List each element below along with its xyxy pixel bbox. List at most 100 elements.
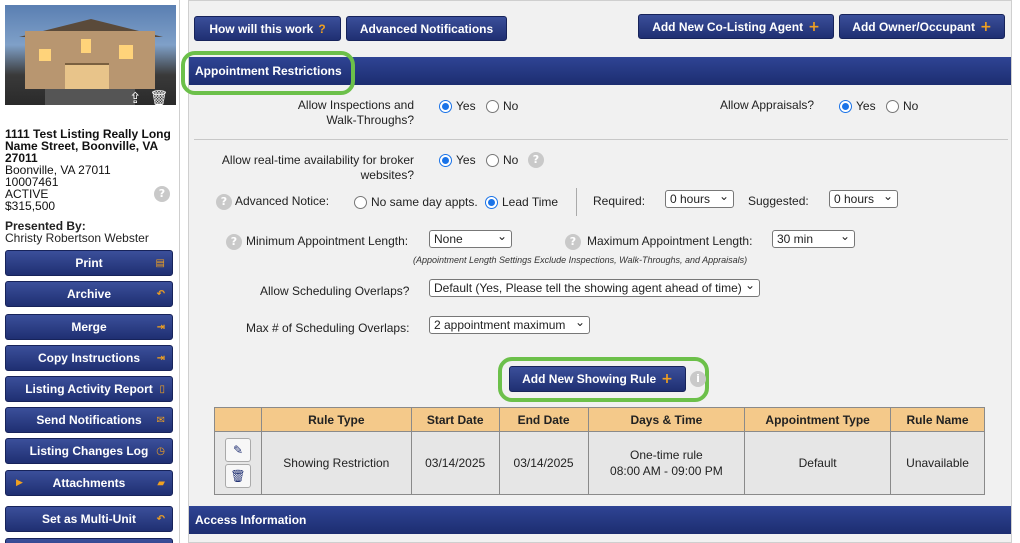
help-icon[interactable]: ? <box>226 234 242 250</box>
presented-by: Presented By: Christy Robertson Webster <box>5 220 149 244</box>
rule-name-cell: Unavailable <box>890 431 985 495</box>
inspections-label: Allow Inspections and Walk-Throughs? <box>290 98 414 128</box>
access-information-title: Access Information <box>195 513 307 527</box>
no-label: No <box>903 99 919 113</box>
set-multi-unit-button[interactable]: Set as Multi-Unit ↶ <box>5 506 173 532</box>
question-icon: ? <box>318 21 326 36</box>
print-button-label: Print <box>75 256 103 270</box>
scheduling-overlaps-label: Allow Scheduling Overlaps? <box>260 284 410 298</box>
radio-selected[interactable] <box>485 195 498 209</box>
print-button[interactable]: Print ▤ <box>5 250 173 276</box>
max-appointment-length-label: Maximum Appointment Length: <box>587 234 753 248</box>
send-notifications-label: Send Notifications <box>36 413 142 427</box>
appraisals-yes-radio[interactable]: Yes <box>839 99 876 113</box>
pencil-icon: ✎ <box>232 443 243 457</box>
table-header-rule-type: Rule Type <box>260 407 412 432</box>
merge-button[interactable]: Merge ⇥ <box>5 314 173 340</box>
yes-label: Yes <box>856 99 876 113</box>
document-icon: ▯ <box>159 384 165 395</box>
required-lead-time-select[interactable]: 0 hours <box>665 190 734 208</box>
help-icon[interactable]: ? <box>216 194 232 210</box>
listing-activity-report-button[interactable]: Listing Activity Report ▯ <box>5 376 173 402</box>
radio-selected[interactable] <box>439 153 452 167</box>
copy-instructions-button[interactable]: Copy Instructions ⇥ <box>5 345 173 371</box>
add-owner-occupant-label: Add Owner/Occupant <box>852 19 975 34</box>
trash-icon: 🗑 <box>230 469 246 483</box>
arrow-in-icon: ⇥ <box>156 353 165 364</box>
how-will-this-work-button[interactable]: How will this work ? <box>194 16 341 41</box>
radio-unselected[interactable] <box>886 99 899 113</box>
showing-rules-table: Rule Type Start Date End Date Days & Tim… <box>214 407 985 495</box>
copy-instructions-label: Copy Instructions <box>37 351 140 365</box>
radio-unselected[interactable] <box>354 195 367 209</box>
lead-time-radio[interactable]: Lead Time <box>485 195 558 209</box>
max-appointment-length-select[interactable]: 30 min <box>772 230 855 248</box>
caret-right-icon: ▶ <box>16 478 23 488</box>
photo-driveway <box>45 89 135 105</box>
end-date-cell: 03/14/2025 <box>498 431 589 495</box>
realtime-no-radio[interactable]: No <box>486 153 518 167</box>
listing-photo[interactable]: ⇪ 🗑 <box>5 5 176 105</box>
help-icon[interactable]: ? <box>154 186 170 202</box>
appraisals-no-radio[interactable]: No <box>886 99 918 113</box>
add-owner-occupant-button[interactable]: Add Owner/Occupant + <box>839 14 1005 39</box>
clock-icon: ◷ <box>156 446 165 457</box>
photo-window <box>81 39 91 53</box>
radio-unselected[interactable] <box>486 99 499 113</box>
table-header-rule-name: Rule Name <box>890 407 985 432</box>
radio-unselected[interactable] <box>486 153 499 167</box>
listing-address-block: 1111 Test Listing Really Long Name Stree… <box>5 128 177 212</box>
add-co-listing-agent-button[interactable]: Add New Co-Listing Agent + <box>638 14 834 39</box>
trash-icon[interactable]: 🗑 <box>150 90 169 105</box>
help-icon[interactable]: ? <box>565 234 581 250</box>
table-header-row: Rule Type Start Date End Date Days & Tim… <box>214 407 985 432</box>
listing-activity-report-label: Listing Activity Report <box>25 382 153 396</box>
section-divider <box>194 139 1008 140</box>
help-icon[interactable]: ? <box>528 152 544 168</box>
radio-selected[interactable] <box>839 99 852 113</box>
table-header-days-time: Days & Time <box>587 407 746 432</box>
delete-rule-button[interactable]: 🗑 <box>224 464 251 488</box>
plus-icon: + <box>979 18 992 35</box>
merge-button-label: Merge <box>71 320 107 334</box>
yes-label: Yes <box>456 153 476 167</box>
no-same-day-radio[interactable]: No same day appts. <box>354 195 478 209</box>
suggested-lead-time-select[interactable]: 0 hours <box>829 190 898 208</box>
advanced-notifications-button[interactable]: Advanced Notifications <box>346 16 507 41</box>
archive-button[interactable]: Archive ↶ <box>5 281 173 307</box>
send-notifications-button[interactable]: Send Notifications ✉ <box>5 407 173 433</box>
appointment-type-cell: Default <box>744 431 892 495</box>
info-icon[interactable]: i <box>690 371 706 387</box>
inspections-yes-radio[interactable]: Yes <box>439 99 476 113</box>
access-information-header[interactable]: Access Information <box>189 506 1011 534</box>
scheduling-overlaps-select[interactable]: Default (Yes, Please tell the showing ag… <box>429 279 760 297</box>
inspections-no-radio[interactable]: No <box>486 99 518 113</box>
radio-selected[interactable] <box>439 99 452 113</box>
rule-type-cell: Showing Restriction <box>260 431 412 495</box>
days-time-cell: One-time rule 08:00 AM - 09:00 PM <box>587 431 746 495</box>
edit-rule-button[interactable]: ✎ <box>224 438 251 462</box>
no-label: No <box>503 153 519 167</box>
envelope-icon: ✉ <box>156 415 165 426</box>
photo-window <box>119 45 133 59</box>
advanced-notice-label: Advanced Notice: <box>235 194 330 208</box>
sidebar-next-button[interactable] <box>5 538 173 543</box>
upload-icon[interactable]: ⇪ <box>129 90 142 105</box>
add-co-listing-agent-label: Add New Co-Listing Agent <box>652 19 804 34</box>
row-actions-cell: ✎ 🗑 <box>214 431 262 495</box>
attachments-button[interactable]: ▶ Attachments ▰ <box>5 470 173 496</box>
realtime-label-line2: websites? <box>360 168 414 182</box>
min-appointment-length-select[interactable]: None <box>429 230 512 248</box>
realtime-availability-label: Allow real-time availability for broker … <box>216 153 414 183</box>
print-icon: ▤ <box>155 258 165 269</box>
realtime-yes-radio[interactable]: Yes <box>439 153 476 167</box>
highlight-ring <box>181 51 355 95</box>
undo-icon: ↶ <box>156 514 165 525</box>
photo-window <box>39 49 51 61</box>
attachments-label: Attachments <box>52 476 126 490</box>
suggested-label: Suggested: <box>748 194 809 208</box>
set-multi-unit-label: Set as Multi-Unit <box>41 512 136 526</box>
listing-changes-log-button[interactable]: Listing Changes Log ◷ <box>5 438 173 464</box>
max-overlaps-select[interactable]: 2 appointment maximum <box>429 316 590 334</box>
undo-icon: ↶ <box>156 289 165 300</box>
